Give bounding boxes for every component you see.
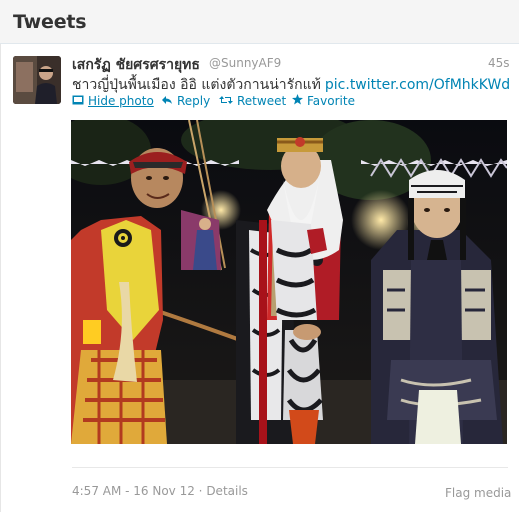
favorite-label: Favorite [307, 94, 355, 108]
author-fullname[interactable]: เสกรัฏ ชัยศรศรายุทธ [72, 54, 200, 76]
hide-photo-label: Hide photo [88, 94, 154, 108]
tweet-divider [72, 467, 508, 468]
flag-media-link[interactable]: Flag media [445, 486, 511, 500]
reply-arrow-icon [161, 94, 173, 108]
tweet-item[interactable]: เสกรัฏ ชัยศรศรายุทธ @SunnyAF9 45s ชาวญี่… [0, 44, 519, 512]
star-icon [292, 94, 303, 108]
retweet-button[interactable]: Retweet [219, 94, 286, 108]
tweet-body: ชาวญี่ปุ่นพื้นเมือง อิอิ แต่งตัวกานน่ารั… [72, 77, 321, 93]
photo-icon [72, 94, 84, 108]
reply-label: Reply [177, 94, 211, 108]
retweet-label: Retweet [237, 94, 287, 108]
hide-photo-button[interactable]: Hide photo [72, 94, 154, 108]
retweet-icon [219, 94, 233, 108]
reply-button[interactable]: Reply [161, 94, 210, 108]
tweet-time-ago[interactable]: 45s [488, 56, 510, 70]
author-username[interactable]: @SunnyAF9 [209, 56, 281, 70]
tweet-text: ชาวญี่ปุ่นพื้นเมือง อิอิ แต่งตัวกานน่ารั… [72, 74, 510, 96]
favorite-button[interactable]: Favorite [292, 94, 355, 108]
tweet-photo[interactable] [71, 120, 507, 444]
page-title: Tweets [13, 11, 87, 33]
timeline-header: Tweets [0, 0, 519, 44]
avatar[interactable] [13, 56, 61, 104]
tweet-meta-details[interactable]: 4:57 AM - 16 Nov 12 · Details [72, 484, 248, 498]
tweet-media-link[interactable]: pic.twitter.com/OfMhkKWd [325, 77, 510, 93]
